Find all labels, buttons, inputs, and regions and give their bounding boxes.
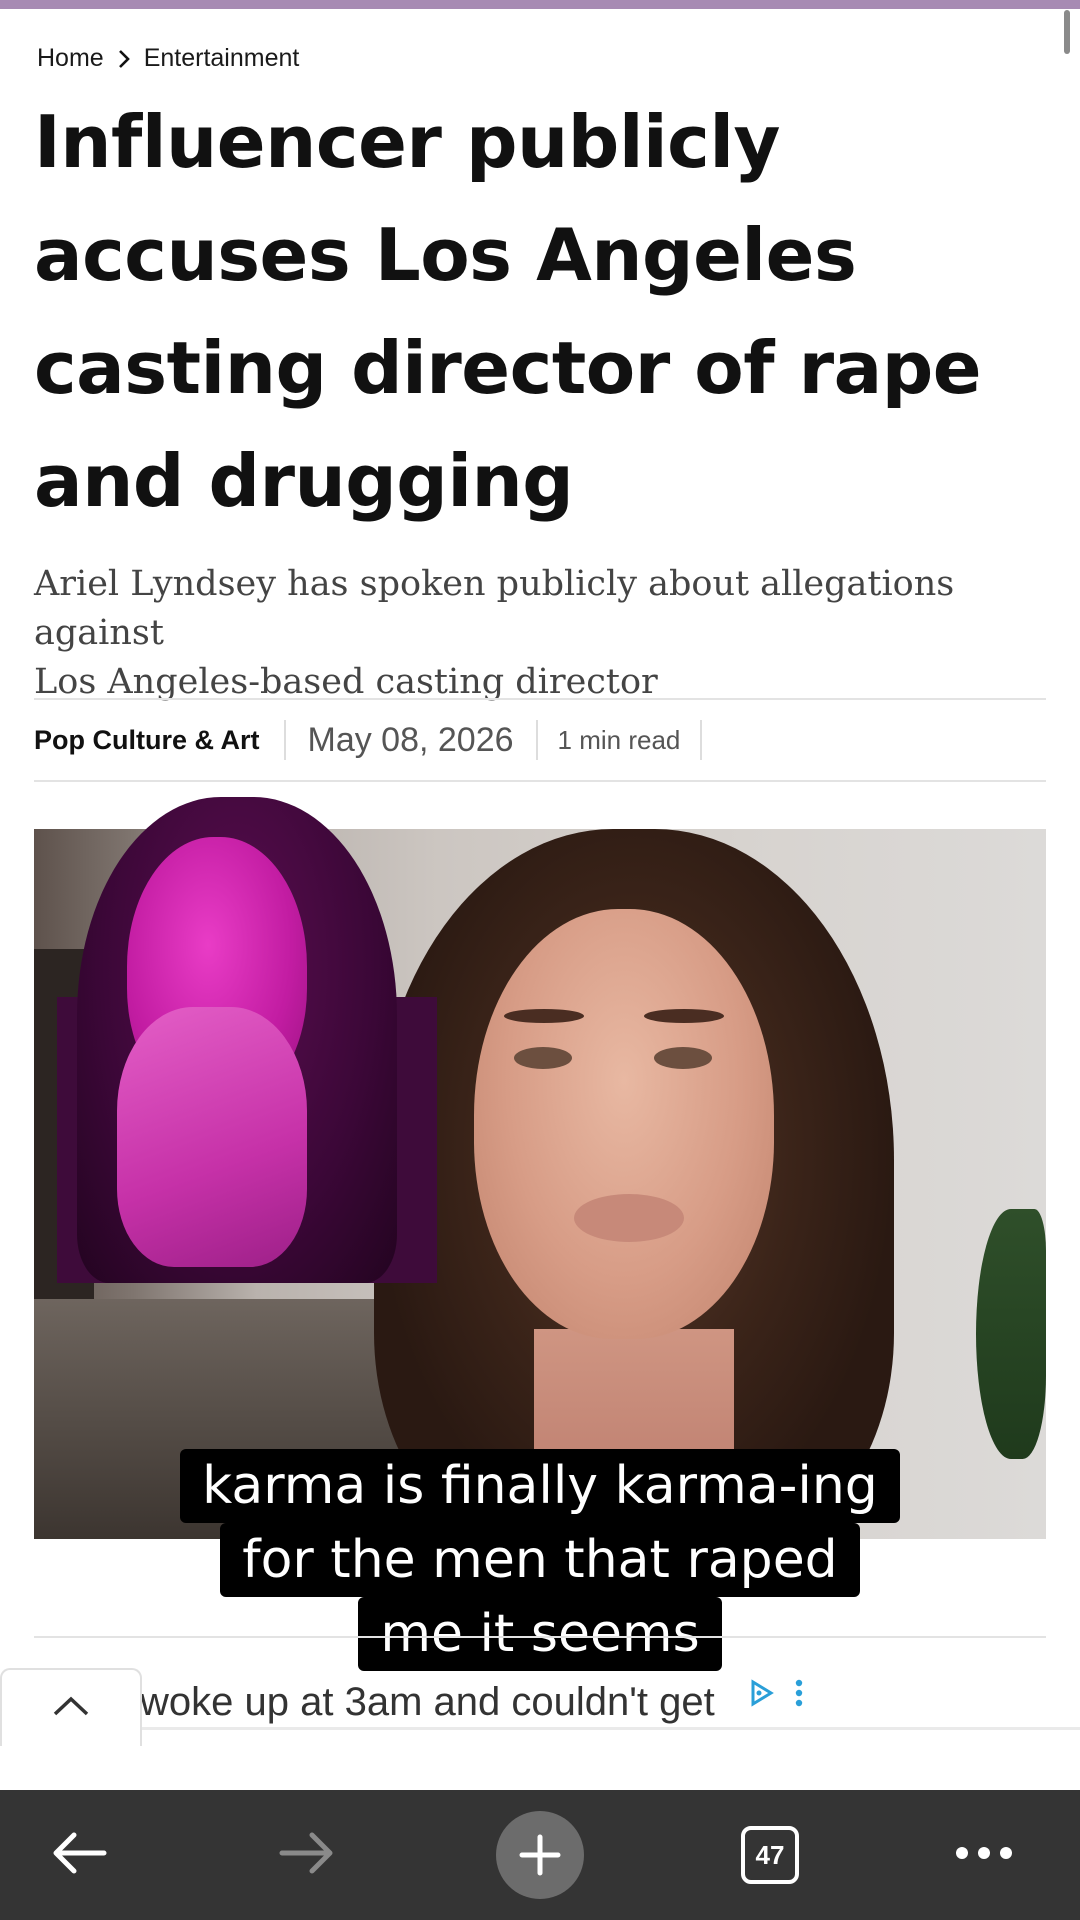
meta-divider (700, 720, 703, 760)
back-button[interactable] (18, 1790, 138, 1920)
tabs-icon: 47 (741, 1826, 799, 1884)
category-link[interactable]: Pop Culture & Art (34, 725, 284, 756)
caption-line: me it seems (358, 1597, 722, 1671)
new-tab-button[interactable] (480, 1790, 600, 1920)
headline-line: accuses Los Angeles (34, 213, 857, 297)
article-dek: Ariel Lyndsey has spoken publicly about … (34, 560, 1034, 707)
divider (0, 1727, 1080, 1730)
publish-date: May 08, 2026 (307, 720, 514, 759)
headline-line: casting director of rape (34, 326, 982, 410)
scroll-indicator[interactable] (1064, 10, 1070, 54)
tabs-button[interactable]: 47 (710, 1790, 830, 1920)
collapse-ad-button[interactable] (0, 1668, 142, 1746)
tab-count: 47 (755, 1839, 785, 1870)
page-top-bar (0, 0, 1080, 9)
new-tab-plus-icon (496, 1811, 584, 1899)
headline-line: and drugging (34, 439, 574, 523)
more-vertical-icon[interactable] (794, 1678, 804, 1713)
article-meta: Pop Culture & Art May 08, 2026 1 min rea… (34, 698, 1046, 782)
forward-button[interactable] (248, 1790, 368, 1920)
breadcrumb: Home Entertainment (37, 44, 299, 73)
caption-line: for the men that raped (220, 1523, 860, 1597)
forward-arrow-icon (278, 1830, 338, 1881)
breadcrumb-home-link[interactable]: Home (37, 44, 104, 73)
ad-text[interactable]: woke up at 3am and couldn't get (140, 1680, 715, 1725)
article-headline: Influencer publicly accuses Los Angeles … (34, 86, 1034, 538)
chevron-up-icon (51, 1694, 91, 1723)
browser-bottom-bar: 47 (0, 1790, 1080, 1920)
dek-line: Ariel Lyndsey has spoken publicly about … (34, 564, 955, 653)
more-menu-button[interactable] (924, 1790, 1044, 1920)
divider (34, 1636, 1046, 1638)
more-menu-icon (954, 1846, 1014, 1865)
back-arrow-icon (48, 1830, 108, 1881)
read-time: 1 min read (557, 724, 681, 755)
caption-line: karma is finally karma-ing (180, 1449, 900, 1523)
headline-line: Influencer publicly (34, 100, 780, 184)
ad-banner[interactable]: woke up at 3am and couldn't get (0, 1668, 1080, 1728)
breadcrumb-section-link[interactable]: Entertainment (144, 44, 300, 73)
adchoices-icon[interactable] (748, 1678, 776, 1713)
chevron-right-icon (104, 48, 144, 70)
video-overlay-person (57, 797, 437, 1283)
